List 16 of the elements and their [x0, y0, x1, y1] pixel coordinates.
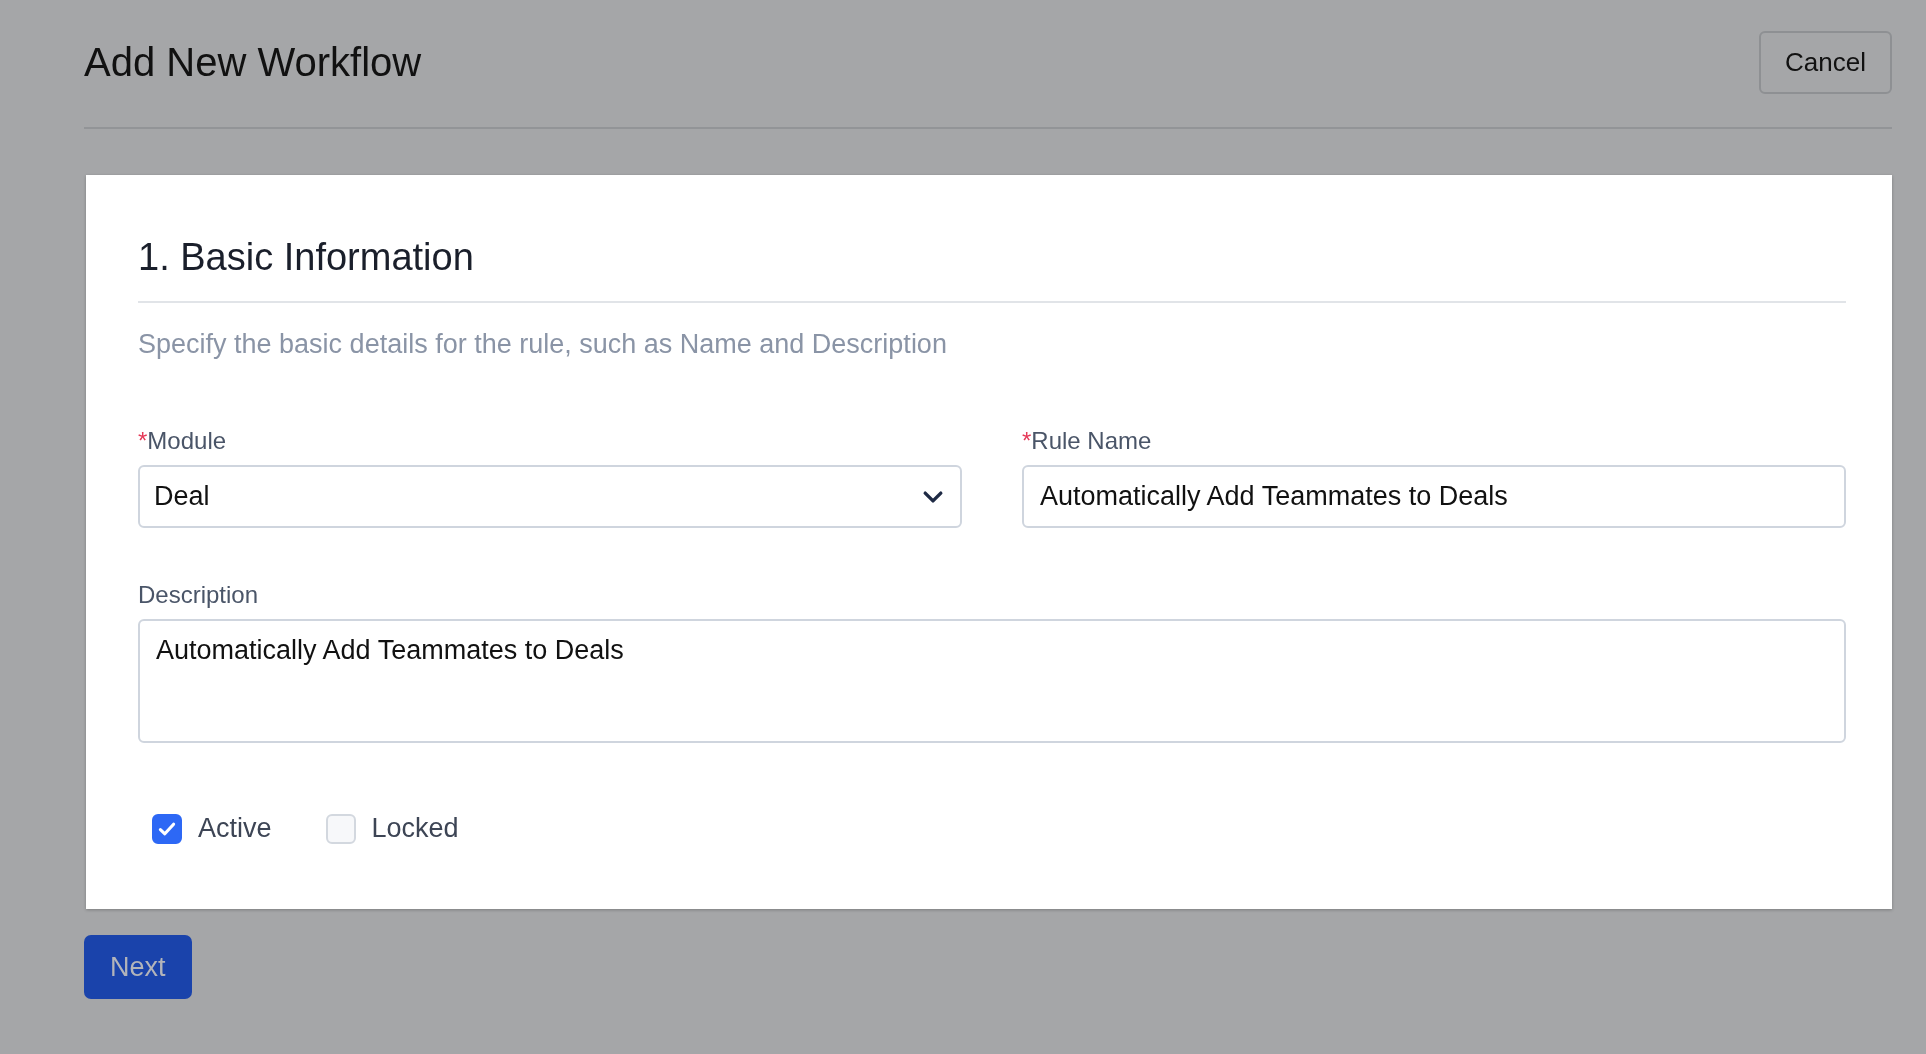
checkbox-label: Locked [371, 813, 459, 844]
checkbox[interactable] [152, 813, 182, 844]
page-title: Add New Workflow [84, 40, 422, 85]
field-label: Description [138, 581, 259, 608]
description-textarea[interactable]: Automatically Add Teammates to Deals [138, 619, 1846, 743]
required-asterisk: * [1022, 427, 1032, 454]
cancel-button[interactable]: Cancel [1759, 31, 1892, 94]
section-description: Specify the basic details for the rule, such as Name and Description [138, 329, 948, 360]
module-select[interactable]: Deal [138, 465, 962, 528]
checkbox-label: Active [198, 813, 272, 844]
required-asterisk: * [138, 427, 148, 454]
field-label: Module [147, 427, 227, 454]
text-input[interactable]: Automatically Add Teammates to Deals [1022, 465, 1846, 528]
section-title: 1. Basic Information [138, 236, 1846, 303]
field-label: Rule Name [1031, 427, 1152, 454]
next-button[interactable]: Next [84, 935, 192, 999]
